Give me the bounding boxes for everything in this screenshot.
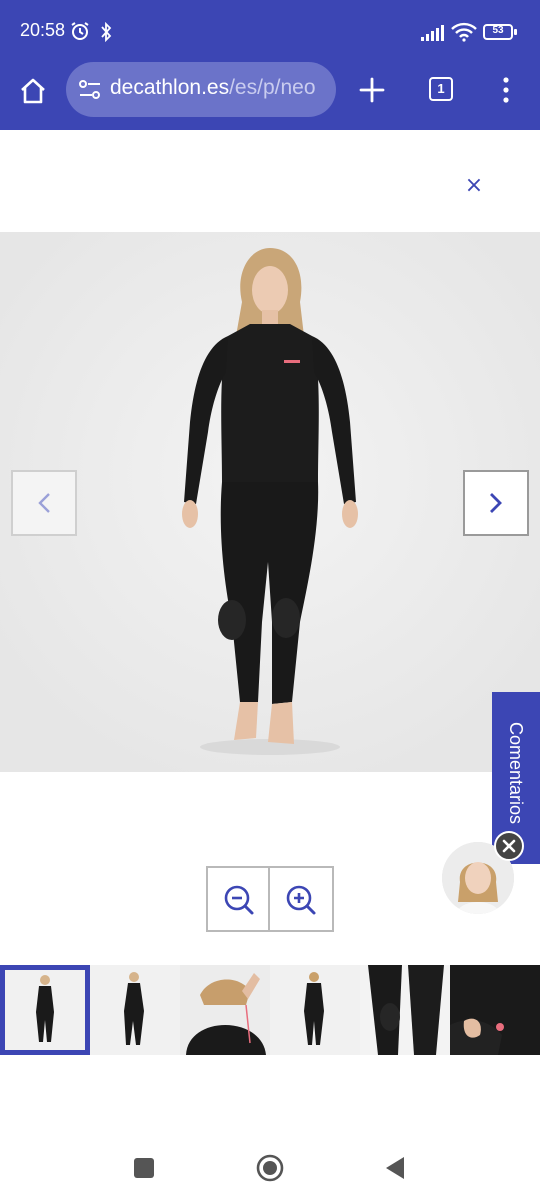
browser-toolbar: decathlon.es/es/p/neo 1 <box>0 62 540 130</box>
chevron-left-icon <box>38 493 50 513</box>
zoom-in-icon <box>286 885 316 915</box>
zoom-out-button[interactable] <box>208 868 270 930</box>
next-image-button[interactable] <box>463 470 529 536</box>
status-bar: 20:58 53 <box>0 0 540 62</box>
signal-icon <box>421 25 444 41</box>
home-icon[interactable] <box>18 76 48 106</box>
home-circle-icon[interactable] <box>256 1154 284 1182</box>
thumbnail-image <box>90 965 180 1055</box>
menu-icon[interactable] <box>500 76 512 104</box>
bluetooth-icon <box>101 22 112 42</box>
zoom-out-icon <box>224 885 254 915</box>
thumbnail-image <box>360 965 450 1055</box>
wetsuit-model-image <box>0 232 540 772</box>
thumbnail-image <box>450 965 540 1055</box>
back-icon[interactable] <box>384 1156 406 1180</box>
previous-image-button[interactable] <box>11 470 77 536</box>
battery-level: 53 <box>492 25 504 36</box>
thumbnail-image <box>5 970 85 1050</box>
thumbnail-2[interactable] <box>90 965 180 1055</box>
url-path: /es/p/neo <box>229 76 316 99</box>
chevron-right-icon <box>490 493 502 513</box>
new-tab-icon[interactable] <box>358 76 386 104</box>
thumbnail-strip <box>0 965 540 1055</box>
url-text: decathlon.es/es/p/neo <box>110 76 316 100</box>
site-settings-icon[interactable] <box>78 79 102 101</box>
product-image <box>0 232 540 772</box>
recents-icon[interactable] <box>133 1157 155 1179</box>
close-icon[interactable]: × <box>458 170 490 202</box>
avatar-close-button[interactable] <box>494 831 524 861</box>
tab-switcher-button[interactable]: 1 <box>429 77 453 101</box>
thumbnail-6[interactable] <box>450 965 540 1055</box>
thumbnail-image <box>180 965 270 1055</box>
close-circle-icon <box>502 839 516 853</box>
zoom-in-button[interactable] <box>270 868 332 930</box>
battery-tip <box>514 29 517 35</box>
android-navigation-bar <box>0 1140 540 1200</box>
url-bar[interactable]: decathlon.es/es/p/neo <box>66 62 336 117</box>
status-time: 20:58 <box>20 20 66 40</box>
thumbnail-5[interactable] <box>360 965 450 1055</box>
thumbnail-image <box>270 965 360 1055</box>
zoom-controls <box>206 866 334 932</box>
alarm-icon <box>71 22 89 40</box>
url-domain: decathlon.es <box>110 76 230 99</box>
thumbnail-1[interactable] <box>0 965 90 1055</box>
thumbnail-4[interactable] <box>270 965 360 1055</box>
battery-icon: 53 <box>483 24 513 40</box>
thumbnail-3[interactable] <box>180 965 270 1055</box>
wifi-icon <box>451 22 477 42</box>
